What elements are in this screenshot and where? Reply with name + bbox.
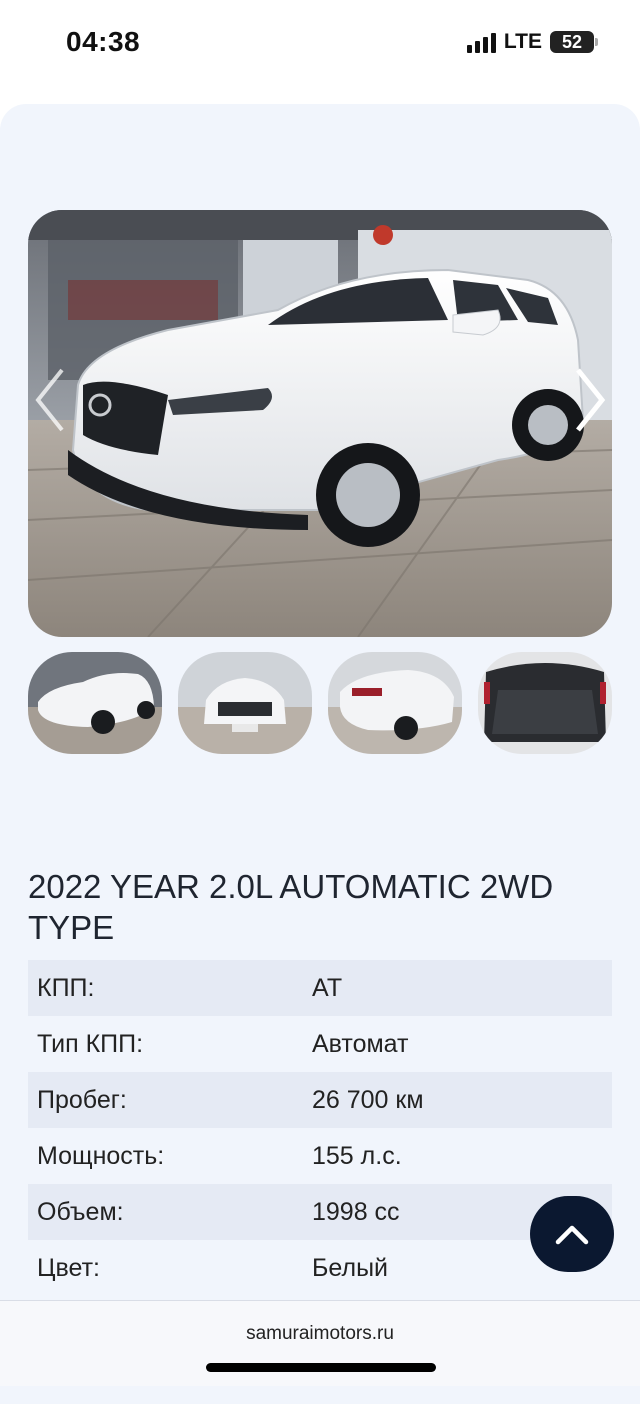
spec-label: КПП:: [37, 973, 95, 1002]
spec-label: Мощность:: [37, 1141, 165, 1170]
spec-value: 26 700 км: [312, 1085, 424, 1114]
status-indicators: LTE 52: [466, 30, 598, 54]
spec-row: Тип КПП: Автомат: [28, 1016, 612, 1072]
battery-icon: 52: [550, 31, 598, 53]
thumbnail-3[interactable]: [328, 652, 462, 754]
main-car-photo[interactable]: [28, 210, 612, 637]
spec-value: AT: [312, 973, 343, 1002]
car-photo-illustration: [28, 210, 612, 637]
thumbnail-strip: [28, 652, 612, 754]
spec-value: Автомат: [312, 1029, 409, 1058]
thumbnail-1[interactable]: [28, 652, 162, 754]
spec-value: 155 л.с.: [312, 1141, 402, 1170]
status-bar: 04:38 LTE 52: [0, 0, 640, 90]
network-type: LTE: [503, 30, 542, 53]
spec-label: Объем:: [37, 1197, 124, 1226]
spec-row: Цвет: Белый: [28, 1240, 612, 1296]
spec-label: Пробег:: [37, 1085, 127, 1114]
spec-row: Пробег: 26 700 км: [28, 1072, 612, 1128]
next-photo-arrow[interactable]: [570, 360, 610, 440]
chevron-up-icon: [555, 1225, 589, 1245]
home-indicator[interactable]: [206, 1363, 436, 1372]
spec-label: Тип КПП:: [37, 1029, 144, 1058]
prev-photo-arrow[interactable]: [30, 360, 70, 440]
thumbnail-4[interactable]: [478, 652, 612, 754]
spec-row: КПП: AT: [28, 960, 612, 1016]
spec-label: Цвет:: [37, 1253, 100, 1282]
specs-table: КПП: AT Тип КПП: Автомат Пробег: 26 700 …: [28, 960, 612, 1296]
browser-domain[interactable]: samuraimotors.ru: [0, 1323, 640, 1345]
spec-row: Объем: 1998 cc: [28, 1184, 612, 1240]
battery-level: 52: [561, 31, 583, 52]
browser-address-bar[interactable]: samuraimotors.ru: [0, 1300, 640, 1386]
listing-title: 2022 YEAR 2.0L AUTOMATIC 2WD TYPE: [28, 868, 554, 946]
thumbnail-2[interactable]: [178, 652, 312, 754]
spec-row: Мощность: 155 л.с.: [28, 1128, 612, 1184]
scroll-to-top-button[interactable]: [530, 1196, 614, 1272]
status-time: 04:38: [66, 26, 141, 57]
signal-icon: [466, 31, 496, 53]
